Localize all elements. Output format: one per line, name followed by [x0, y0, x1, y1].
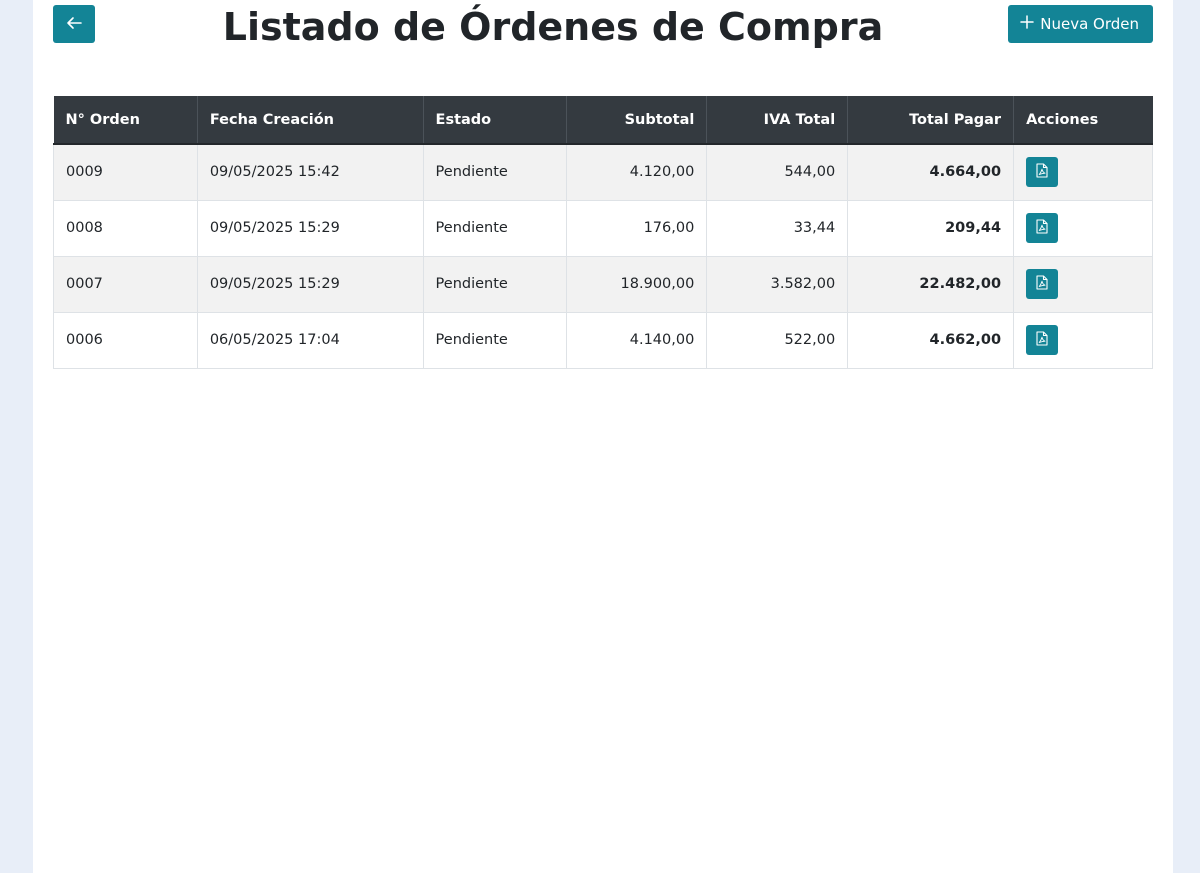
cell-status: Pendiente — [422, 255, 568, 313]
cell-actions — [1013, 255, 1153, 313]
cell-subtotal: 4.140,00 — [566, 311, 708, 369]
column-header-subtotal: Subtotal — [566, 96, 707, 145]
cell-date: 09/05/2025 15:29 — [196, 255, 424, 313]
cell-order: 0007 — [53, 255, 198, 313]
cell-date: 09/05/2025 15:29 — [196, 199, 424, 257]
cell-status: Pendiente — [422, 143, 568, 201]
column-header-order: N° Orden — [53, 96, 198, 145]
new-order-label: Nueva Orden — [1040, 15, 1139, 33]
cell-subtotal: 4.120,00 — [566, 143, 708, 201]
cell-actions — [1013, 143, 1153, 201]
cell-iva: 33,44 — [706, 199, 849, 257]
file-pdf-icon — [1036, 218, 1048, 238]
cell-status: Pendiente — [422, 199, 568, 257]
table-row: 0007 09/05/2025 15:29 Pendiente 18.900,0… — [53, 255, 1153, 313]
page-header: Listado de Órdenes de Compra Nueva Orden — [53, 0, 1153, 60]
table-row: 0006 06/05/2025 17:04 Pendiente 4.140,00… — [53, 311, 1153, 369]
table-row: 0009 09/05/2025 15:42 Pendiente 4.120,00… — [53, 143, 1153, 201]
pdf-button[interactable] — [1026, 269, 1059, 299]
cell-order: 0006 — [53, 311, 198, 369]
column-header-actions: Acciones — [1013, 96, 1153, 145]
cell-iva: 544,00 — [706, 143, 849, 201]
file-pdf-icon — [1036, 330, 1048, 350]
file-pdf-icon — [1036, 163, 1048, 182]
cell-order: 0009 — [53, 143, 198, 201]
orders-table: N° Orden Fecha Creación Estado Subtotal … — [53, 96, 1153, 369]
table-body: 0009 09/05/2025 15:42 Pendiente 4.120,00… — [53, 143, 1153, 369]
pdf-button[interactable] — [1026, 157, 1059, 188]
cell-actions — [1013, 199, 1153, 257]
cell-iva: 522,00 — [706, 311, 849, 369]
column-header-total: Total Pagar — [847, 96, 1014, 145]
cell-status: Pendiente — [422, 311, 568, 369]
cell-total: 22.482,00 — [847, 255, 1015, 313]
pdf-button[interactable] — [1026, 213, 1059, 243]
cell-order: 0008 — [53, 199, 198, 257]
cell-total: 4.664,00 — [847, 143, 1015, 201]
page-container: Listado de Órdenes de Compra Nueva Orden… — [33, 0, 1173, 873]
file-pdf-icon — [1036, 274, 1048, 294]
cell-total: 209,44 — [847, 199, 1015, 257]
table-header: N° Orden Fecha Creación Estado Subtotal … — [53, 96, 1153, 145]
column-header-iva: IVA Total — [706, 96, 848, 145]
cell-date: 06/05/2025 17:04 — [196, 311, 424, 369]
new-order-button[interactable]: Nueva Orden — [1008, 5, 1153, 43]
cell-subtotal: 18.900,00 — [566, 255, 708, 313]
cell-iva: 3.582,00 — [706, 255, 849, 313]
column-header-status: Estado — [422, 96, 567, 145]
cell-actions — [1013, 311, 1153, 369]
pdf-button[interactable] — [1026, 325, 1059, 355]
column-header-date: Fecha Creación — [196, 96, 424, 145]
page-title: Listado de Órdenes de Compra — [222, 5, 884, 49]
cell-date: 09/05/2025 15:42 — [196, 143, 424, 201]
cell-total: 4.662,00 — [847, 311, 1015, 369]
table-row: 0008 09/05/2025 15:29 Pendiente 176,00 3… — [53, 199, 1153, 257]
cell-subtotal: 176,00 — [566, 199, 708, 257]
plus-icon — [1020, 15, 1034, 33]
